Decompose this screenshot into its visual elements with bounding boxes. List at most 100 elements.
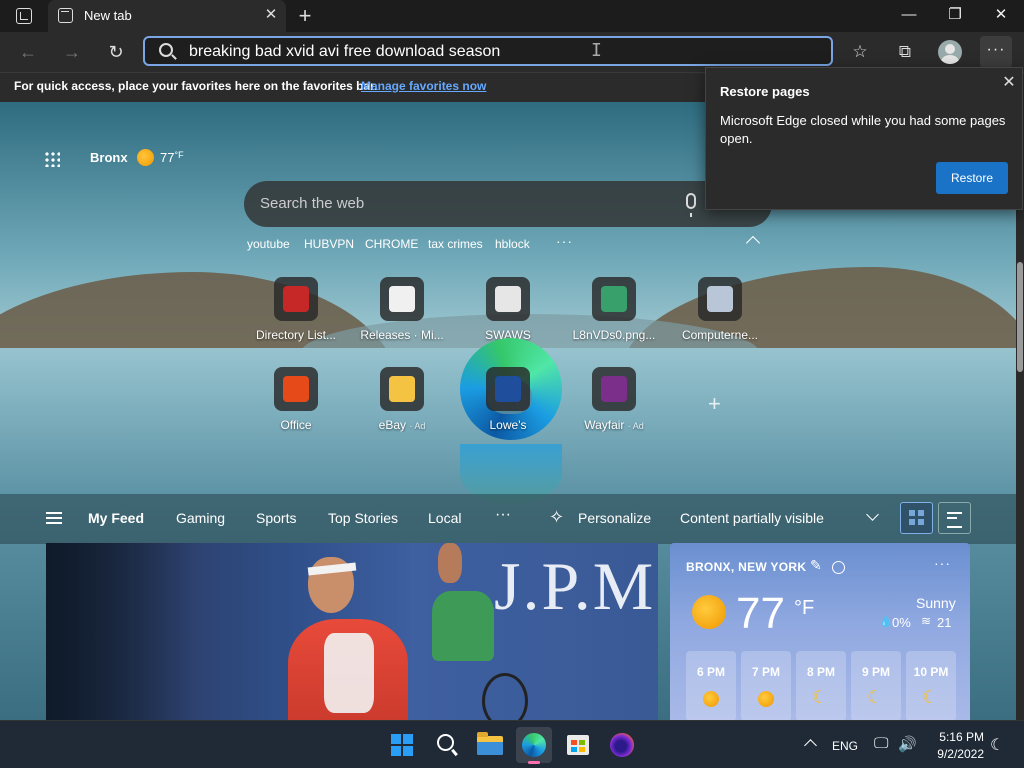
sun-icon [692,595,726,629]
github-icon [389,286,415,312]
tile-lowes[interactable]: Lowe's [455,367,561,447]
menu-icon[interactable] [46,512,62,524]
notification-icon[interactable]: ☾ [990,735,1004,755]
firefox-button[interactable] [604,727,640,763]
tray-overflow-chevron-icon[interactable] [804,739,817,752]
tab-new-tab[interactable]: New tab ✕ [48,0,286,32]
address-bar[interactable]: breaking bad xvid avi free download seas… [143,36,833,66]
hour-label: 8 PM [806,665,835,679]
tab-top-stories[interactable]: Top Stories [328,510,398,526]
tab-close-icon[interactable]: ✕ [262,6,280,24]
restore-button[interactable]: Restore [936,162,1008,194]
refresh-button[interactable]: ↻ [101,37,131,67]
quick-link-hblock[interactable]: hblock [495,237,530,251]
chevron-down-icon[interactable] [866,508,879,521]
tile-icon-frame [380,277,424,321]
app-launcher-icon[interactable] [44,151,60,167]
feed-more-icon[interactable]: ··· [495,506,511,524]
edit-pencil-icon[interactable]: ✎ [810,557,822,574]
web-search-box[interactable]: Search the web [244,181,772,227]
forward-button[interactable]: → [57,37,87,67]
tile-icon-frame [274,367,318,411]
tile-computerne[interactable]: Computerne... [667,277,773,357]
weather-temp[interactable]: 77°F [160,150,184,165]
maximize-button[interactable]: ❐ [932,0,978,32]
weather-card-location[interactable]: BRONX, NEW YORK [686,560,806,574]
globe-icon[interactable] [832,561,845,574]
quick-link-hubvpn[interactable]: HUBVPN [304,237,354,251]
sponsor-banner-text: J.P.M [494,548,656,624]
grid-view-button[interactable] [900,502,933,534]
hourly-forecast-item[interactable]: 10 PM ☾ [906,651,956,720]
minimize-button[interactable]: — [886,0,932,32]
hourly-forecast-item[interactable]: 9 PM ☾ [851,651,901,720]
sun-icon [703,691,719,707]
tile-ebay[interactable]: eBay · Ad [349,367,455,447]
content-visibility-select[interactable]: Content partially visible [680,510,824,526]
weather-card[interactable]: BRONX, NEW YORK ✎ ··· 77 °F Sunny 💧 0% ≋… [670,543,970,720]
tile-label-text: Lowe's [489,418,527,432]
manage-favorites-link[interactable]: Manage favorites now [361,79,486,93]
file-explorer-button[interactable] [472,727,508,763]
quick-links-more-icon[interactable]: ··· [556,233,573,249]
close-window-button[interactable]: ✕ [978,0,1024,32]
list-view-button[interactable] [938,502,971,534]
close-icon[interactable]: ✕ [1000,74,1018,92]
referee-shirt [432,591,494,661]
tile-directory-list[interactable]: Directory List... [243,277,349,357]
back-button[interactable]: ← [13,37,43,67]
feed-navigation: My Feed Gaming Sports Top Stories Local … [0,494,1016,544]
profile-avatar[interactable] [938,40,962,64]
weather-location[interactable]: Bronx [90,150,128,165]
settings-more-button[interactable]: ··· [980,36,1012,68]
wind-value: 21 [937,615,952,630]
quick-link-tax-crimes[interactable]: tax crimes [428,237,483,251]
player-shirt [324,633,374,713]
tile-label: Computerne... [681,328,759,342]
volume-icon[interactable]: 🔊 [898,735,917,753]
hourly-forecast-item[interactable]: 8 PM ☾ [796,651,846,720]
active-app-indicator [528,761,540,764]
start-button[interactable] [384,727,420,763]
quick-link-chrome[interactable]: CHROME [365,237,418,251]
language-indicator[interactable]: ENG [832,739,858,753]
add-site-icon[interactable]: + [708,391,721,417]
tile-releases[interactable]: Releases · Mi... [349,277,455,357]
taskbar-search-button[interactable] [429,727,465,763]
tile-office[interactable]: Office [243,367,349,447]
windows-start-icon [391,734,413,756]
store-button[interactable] [560,727,596,763]
edge-taskbar-button[interactable] [516,727,552,764]
tile-icon-frame [274,277,318,321]
weather-temp-value: 77 [160,150,175,165]
news-card-tennis[interactable]: J.P.M [46,543,658,720]
personalize-button[interactable]: Personalize [578,510,651,526]
precipitation-value: 0% [892,615,911,630]
hourly-forecast-item[interactable]: 6 PM [686,651,736,720]
search-input[interactable]: Search the web [260,195,364,212]
tab-my-feed[interactable]: My Feed [88,510,144,526]
weather-more-icon[interactable]: ··· [934,555,951,571]
weather-temp-unit: °F [174,150,184,160]
tab-gaming[interactable]: Gaming [176,510,225,526]
firefox-icon [610,733,634,757]
tile-l8nvds0[interactable]: L8nVDs0.png... [561,277,667,357]
favorites-icon[interactable]: ☆ [845,37,875,67]
collections-icon[interactable]: ⧉ [890,37,920,67]
tab-local[interactable]: Local [428,510,461,526]
quick-link-youtube[interactable]: youtube [247,237,290,251]
network-icon[interactable]: 🖵 [874,735,888,752]
microphone-icon[interactable] [686,193,696,217]
tile-wayfair[interactable]: Wayfair · Ad [561,367,667,447]
new-tab-button[interactable]: + [292,3,318,29]
clock-time[interactable]: 5:16 PM [936,730,984,744]
hourly-forecast-item[interactable]: 7 PM [741,651,791,720]
tile-label: eBay · Ad [349,418,455,432]
moon-icon: ☾ [867,687,884,707]
tab-sports[interactable]: Sports [256,510,296,526]
clock-date[interactable]: 9/2/2022 [926,747,984,761]
tab-actions-icon[interactable] [16,8,32,24]
tile-label: L8nVDs0.png... [572,328,656,342]
address-input[interactable]: breaking bad xvid avi free download seas… [189,43,500,61]
scrollbar-thumb[interactable] [1017,262,1023,372]
